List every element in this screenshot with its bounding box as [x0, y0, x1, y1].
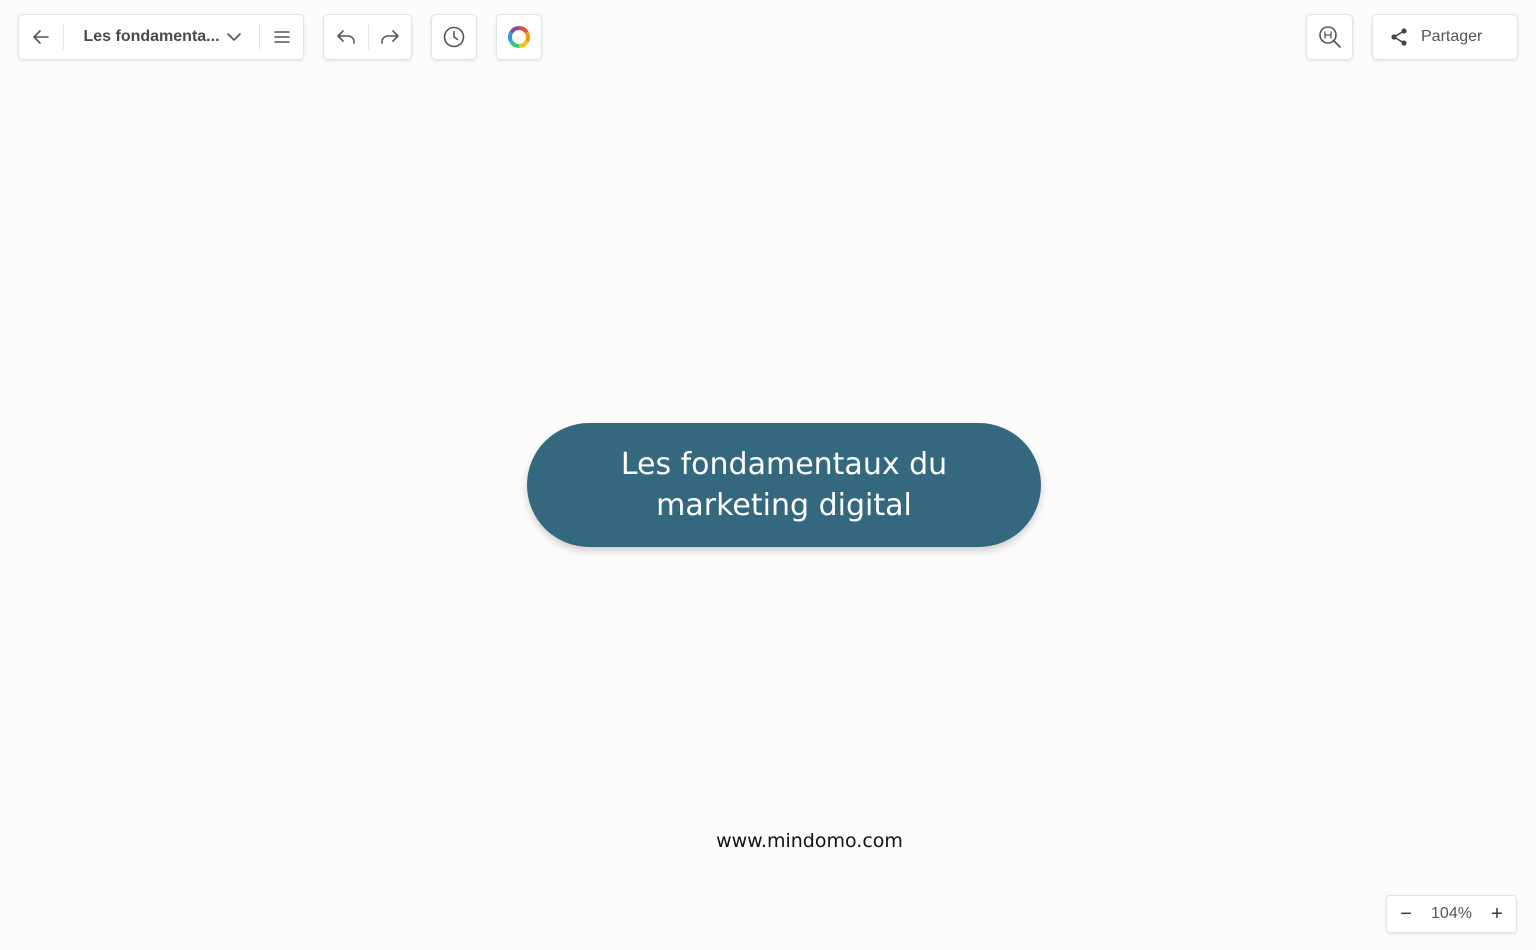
zoom-control: − 104% +: [1386, 895, 1517, 933]
map-title-toolbar: Les fondamenta...: [18, 14, 304, 60]
undo-button[interactable]: [324, 15, 368, 59]
map-title: Les fondamenta...: [83, 28, 220, 45]
map-title-dropdown[interactable]: Les fondamenta...: [64, 15, 259, 59]
search-zoom-icon: [1318, 26, 1341, 48]
redo-icon: [381, 30, 399, 44]
theme-toolbar: [496, 14, 542, 60]
search-toolbar: [1306, 14, 1353, 60]
mindomo-watermark: www.mindomo.com: [716, 830, 903, 852]
color-wheel-icon: [508, 25, 530, 49]
undo-icon: [337, 30, 355, 44]
central-topic-text: Les fondamentaux du marketing digital: [620, 447, 948, 523]
zoom-in-button[interactable]: +: [1478, 896, 1516, 932]
search-button[interactable]: [1307, 15, 1352, 59]
clock-icon: [443, 26, 465, 48]
share-button[interactable]: Partager: [1373, 15, 1517, 59]
history-toolbar: [431, 14, 477, 60]
undo-redo-toolbar: [323, 14, 412, 60]
share-icon: [1391, 28, 1407, 46]
hamburger-menu-icon: [273, 31, 290, 43]
arrow-left-icon: [33, 30, 49, 44]
chevron-down-icon: [226, 33, 241, 41]
zoom-out-button[interactable]: −: [1387, 896, 1425, 932]
central-topic-node[interactable]: Les fondamentaux du marketing digital: [527, 423, 1041, 547]
share-label: Partager: [1421, 28, 1483, 45]
theme-button[interactable]: [497, 15, 541, 59]
zoom-level: 104%: [1431, 905, 1472, 922]
redo-button[interactable]: [369, 15, 411, 59]
back-button[interactable]: [19, 15, 63, 59]
share-toolbar: Partager: [1372, 14, 1518, 60]
menu-button[interactable]: [260, 15, 303, 59]
history-button[interactable]: [432, 15, 476, 59]
